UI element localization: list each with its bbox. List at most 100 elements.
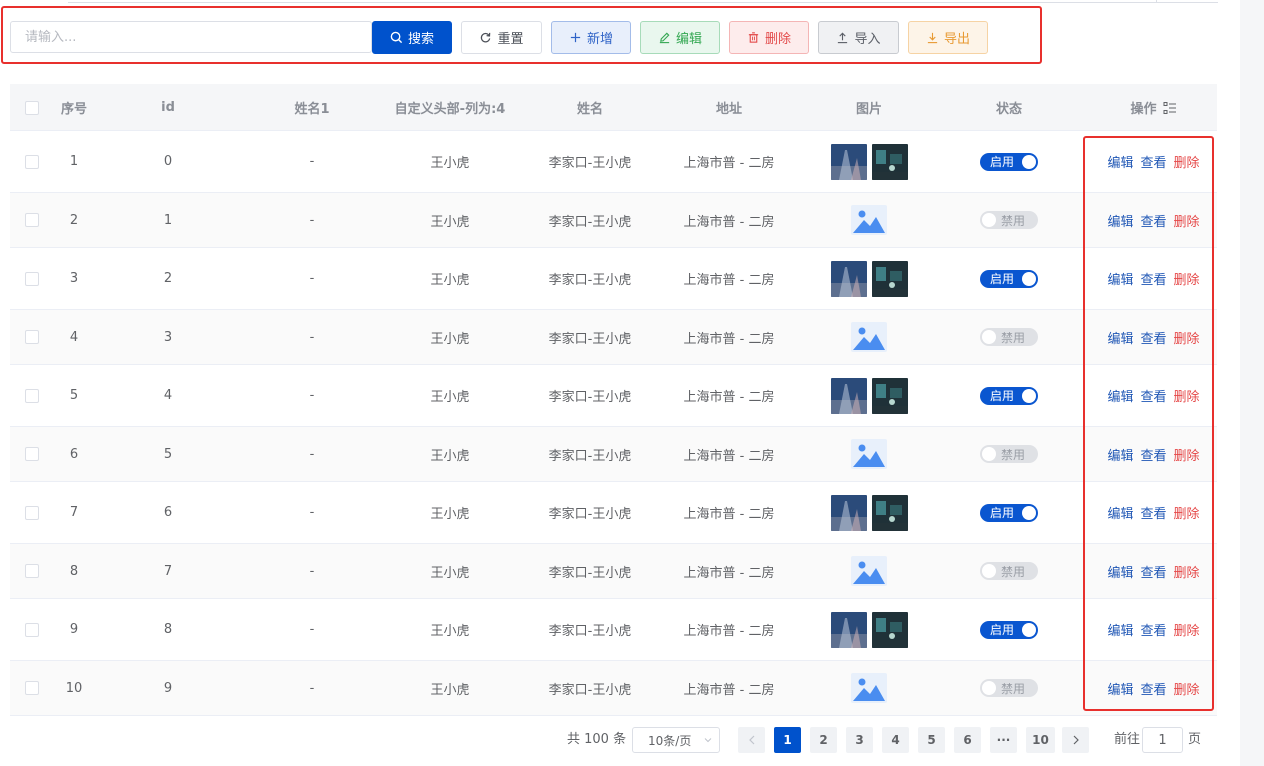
- image-placeholder-icon: [851, 556, 887, 586]
- row-image-cell: [810, 427, 928, 481]
- row-checkbox[interactable]: [25, 622, 39, 637]
- row-edit-link[interactable]: 编辑: [1107, 328, 1133, 347]
- page-button[interactable]: 3: [846, 727, 873, 753]
- add-button[interactable]: 新增: [551, 21, 631, 54]
- page-ellipsis[interactable]: ···: [990, 727, 1017, 753]
- edit-button[interactable]: 编辑: [640, 21, 720, 54]
- status-toggle[interactable]: 禁用: [980, 445, 1038, 463]
- status-toggle[interactable]: 禁用: [980, 211, 1038, 229]
- photo-thumbnail[interactable]: [871, 377, 908, 414]
- row-image-cell: [810, 544, 928, 598]
- prev-page-button[interactable]: [738, 727, 765, 753]
- page-size-select[interactable]: 10条/页: [632, 727, 720, 753]
- row-view-link[interactable]: 查看: [1140, 152, 1166, 171]
- photo-thumbnail[interactable]: [830, 143, 867, 180]
- status-toggle-label: 启用: [990, 155, 1015, 169]
- row-image-cell: [810, 661, 928, 715]
- import-button[interactable]: 导入: [818, 21, 899, 54]
- page-button[interactable]: 1: [774, 727, 801, 753]
- goto-page-input[interactable]: [1142, 727, 1183, 753]
- row-delete-link[interactable]: 删除: [1174, 679, 1200, 698]
- page-button[interactable]: 4: [882, 727, 909, 753]
- row-checkbox[interactable]: [25, 564, 39, 578]
- search-input[interactable]: [10, 21, 372, 53]
- row-select-cell: [10, 661, 54, 715]
- row-edit-link[interactable]: 编辑: [1107, 503, 1133, 522]
- row-delete-link[interactable]: 删除: [1174, 445, 1200, 464]
- row-view-link[interactable]: 查看: [1140, 503, 1166, 522]
- row-edit-link[interactable]: 编辑: [1107, 386, 1133, 405]
- row-edit-link[interactable]: 编辑: [1107, 445, 1133, 464]
- status-toggle[interactable]: 启用: [980, 269, 1038, 288]
- row-view-link[interactable]: 查看: [1140, 562, 1166, 581]
- row-checkbox[interactable]: [25, 213, 39, 227]
- list-settings-icon[interactable]: [1163, 101, 1177, 115]
- status-toggle[interactable]: 禁用: [980, 328, 1038, 346]
- row-view-link[interactable]: 查看: [1140, 679, 1166, 698]
- delete-button[interactable]: 删除: [729, 21, 809, 54]
- export-button[interactable]: 导出: [908, 21, 988, 54]
- row-delete-link[interactable]: 删除: [1174, 152, 1200, 171]
- page-button[interactable]: 5: [918, 727, 945, 753]
- row-edit-link[interactable]: 编辑: [1107, 269, 1133, 288]
- row-checkbox[interactable]: [25, 330, 39, 344]
- top-divider-tick: [1156, 0, 1157, 3]
- status-toggle[interactable]: 启用: [980, 386, 1038, 405]
- photo-thumbnail[interactable]: [871, 143, 908, 180]
- row-checkbox[interactable]: [25, 271, 39, 286]
- row-edit-link[interactable]: 编辑: [1107, 562, 1133, 581]
- row-delete-link[interactable]: 删除: [1174, 328, 1200, 347]
- scrollbar-track[interactable]: [1240, 0, 1264, 766]
- status-toggle[interactable]: 启用: [980, 620, 1038, 639]
- row-view-link[interactable]: 查看: [1140, 445, 1166, 464]
- photo-thumbnail[interactable]: [871, 260, 908, 297]
- photo-thumbnail[interactable]: [830, 611, 867, 648]
- photo-thumbnail[interactable]: [830, 377, 867, 414]
- status-toggle[interactable]: 启用: [980, 503, 1038, 522]
- row-edit-link[interactable]: 编辑: [1107, 620, 1133, 639]
- page-button[interactable]: 10: [1026, 727, 1055, 753]
- row-view-link[interactable]: 查看: [1140, 620, 1166, 639]
- row-checkbox[interactable]: [25, 681, 39, 695]
- next-page-button[interactable]: [1062, 727, 1089, 753]
- row-status-cell: 禁用: [950, 661, 1068, 715]
- search-button[interactable]: 搜索: [372, 21, 452, 54]
- photo-thumbnail[interactable]: [830, 260, 867, 297]
- row-view-link[interactable]: 查看: [1140, 386, 1166, 405]
- row-edit-link[interactable]: 编辑: [1107, 679, 1133, 698]
- row-delete-link[interactable]: 删除: [1174, 211, 1200, 230]
- row-delete-link[interactable]: 删除: [1174, 562, 1200, 581]
- row-address-cell: 上海市普 - 二房: [683, 448, 775, 464]
- photo-thumbnail[interactable]: [871, 494, 908, 531]
- status-toggle[interactable]: 禁用: [980, 562, 1038, 580]
- photo-thumbnail[interactable]: [871, 611, 908, 648]
- row-checkbox[interactable]: [25, 505, 39, 520]
- search-button-label: 搜索: [407, 32, 434, 47]
- status-toggle[interactable]: 启用: [980, 152, 1038, 171]
- select-all-checkbox[interactable]: [25, 100, 39, 115]
- row-status-cell: 启用: [950, 131, 1068, 192]
- photo-thumbnail[interactable]: [830, 494, 867, 531]
- row-status-cell: 启用: [950, 599, 1068, 660]
- row-edit-link[interactable]: 编辑: [1107, 211, 1133, 230]
- row-checkbox[interactable]: [25, 388, 39, 403]
- row-image-cell: [810, 131, 928, 192]
- row-view-link[interactable]: 查看: [1140, 269, 1166, 288]
- row-delete-link[interactable]: 删除: [1174, 620, 1200, 639]
- row-id-cell: 1: [163, 212, 173, 228]
- row-view-link[interactable]: 查看: [1140, 328, 1166, 347]
- status-toggle[interactable]: 禁用: [980, 679, 1038, 697]
- row-edit-link[interactable]: 编辑: [1107, 152, 1133, 171]
- row-view-link[interactable]: 查看: [1140, 211, 1166, 230]
- row-image-cell: [810, 248, 928, 309]
- row-name1-cell: -: [309, 388, 315, 403]
- page-button[interactable]: 6: [954, 727, 981, 753]
- row-delete-link[interactable]: 删除: [1174, 503, 1200, 522]
- row-checkbox[interactable]: [25, 447, 39, 461]
- row-custom-cell: 王小虎: [430, 565, 470, 581]
- page-button[interactable]: 2: [810, 727, 837, 753]
- reset-button[interactable]: 重置: [461, 21, 542, 54]
- row-checkbox[interactable]: [25, 154, 39, 169]
- row-delete-link[interactable]: 删除: [1174, 269, 1200, 288]
- row-delete-link[interactable]: 删除: [1174, 386, 1200, 405]
